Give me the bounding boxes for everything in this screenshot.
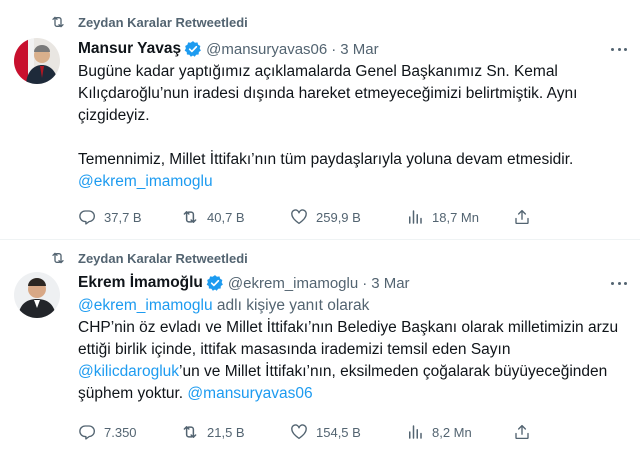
views-button[interactable]: 8,2 Mn <box>406 422 472 442</box>
retweet-count: 21,5 B <box>207 424 245 440</box>
reply-count: 37,7 B <box>104 209 142 225</box>
tweet-card[interactable]: Zeydan Karalar Retweetledi Ekrem İmamoğl… <box>0 240 640 453</box>
reply-icon <box>78 208 96 226</box>
like-count: 154,5 B <box>316 424 361 440</box>
separator-dot: · <box>331 40 337 58</box>
tweet-actions: 37,7 B 40,7 B 259,9 B 18,7 Mn <box>78 207 628 227</box>
share-button[interactable] <box>513 422 531 442</box>
like-button[interactable]: 259,9 B <box>290 207 361 227</box>
more-icon[interactable] <box>608 39 630 59</box>
retweet-button[interactable]: 40,7 B <box>181 207 245 227</box>
reply-context: @ekrem_imamoglu adlı kişiye yanıt olarak <box>78 295 633 317</box>
retweet-icon <box>181 423 199 441</box>
author-name[interactable]: Mansur Yavaş <box>78 40 181 58</box>
tweet-text: @ekrem_imamoglu adlı kişiye yanıt olarak… <box>78 295 633 405</box>
views-button[interactable]: 18,7 Mn <box>406 207 479 227</box>
tweet-paragraph: Temennimiz, Millet İttifakı’nın tüm payd… <box>78 151 574 168</box>
reply-button[interactable]: 37,7 B <box>78 207 142 227</box>
author-name[interactable]: Ekrem İmamoğlu <box>78 274 203 292</box>
mention-link[interactable]: @ekrem_imamoglu <box>78 173 213 190</box>
retweet-context[interactable]: Zeydan Karalar Retweetledi <box>50 248 248 268</box>
tweet-date[interactable]: 3 Mar <box>371 275 409 292</box>
reply-icon <box>78 423 96 441</box>
author-handle[interactable]: @mansuryavas06 <box>206 41 327 58</box>
reply-to-mention[interactable]: @ekrem_imamoglu <box>78 297 213 314</box>
like-icon <box>290 423 308 441</box>
retweet-context[interactable]: Zeydan Karalar Retweetledi <box>50 12 248 32</box>
reply-count: 7.350 <box>104 424 137 440</box>
author-handle[interactable]: @ekrem_imamoglu <box>228 275 358 292</box>
reply-to-suffix: adlı kişiye yanıt olarak <box>212 297 370 314</box>
retweet-label[interactable]: Zeydan Karalar Retweetledi <box>78 251 248 266</box>
views-count: 18,7 Mn <box>432 209 479 225</box>
retweet-button[interactable]: 21,5 B <box>181 422 245 442</box>
retweet-icon <box>50 14 66 30</box>
avatar[interactable] <box>14 272 60 318</box>
tweet-actions: 7.350 21,5 B 154,5 B 8,2 Mn <box>78 422 628 442</box>
verified-badge-icon <box>206 274 224 292</box>
avatar[interactable] <box>14 38 60 84</box>
views-count: 8,2 Mn <box>432 424 472 440</box>
mention-link[interactable]: @mansuryavas06 <box>187 385 312 402</box>
tweet-paragraph: CHP’nin öz evladı ve Millet İttifakı’nın… <box>78 317 633 405</box>
tweet-paragraph: Bugüne kadar yaptığımız açıklamalarda Ge… <box>78 63 578 124</box>
retweet-icon <box>50 250 66 266</box>
share-icon <box>513 423 531 441</box>
share-icon <box>513 208 531 226</box>
like-count: 259,9 B <box>316 209 361 225</box>
separator-dot: · <box>362 274 368 292</box>
like-button[interactable]: 154,5 B <box>290 422 361 442</box>
like-icon <box>290 208 308 226</box>
tweet-text-part: CHP’nin öz evladı ve Millet İttifakı’nın… <box>78 319 619 358</box>
share-button[interactable] <box>513 207 531 227</box>
tweet-card[interactable]: Zeydan Karalar Retweetledi Mansur Yavaş … <box>0 0 640 240</box>
retweet-label[interactable]: Zeydan Karalar Retweetledi <box>78 15 248 30</box>
tweet-text: Bugüne kadar yaptığımız açıklamalarda Ge… <box>78 61 633 193</box>
retweet-icon <box>181 208 199 226</box>
tweet-date[interactable]: 3 Mar <box>340 41 378 58</box>
more-icon[interactable] <box>608 273 630 293</box>
views-icon <box>406 208 424 226</box>
reply-button[interactable]: 7.350 <box>78 422 137 442</box>
retweet-count: 40,7 B <box>207 209 245 225</box>
verified-badge-icon <box>184 40 202 58</box>
views-icon <box>406 423 424 441</box>
mention-link[interactable]: @kilicdarogluk <box>78 363 179 380</box>
